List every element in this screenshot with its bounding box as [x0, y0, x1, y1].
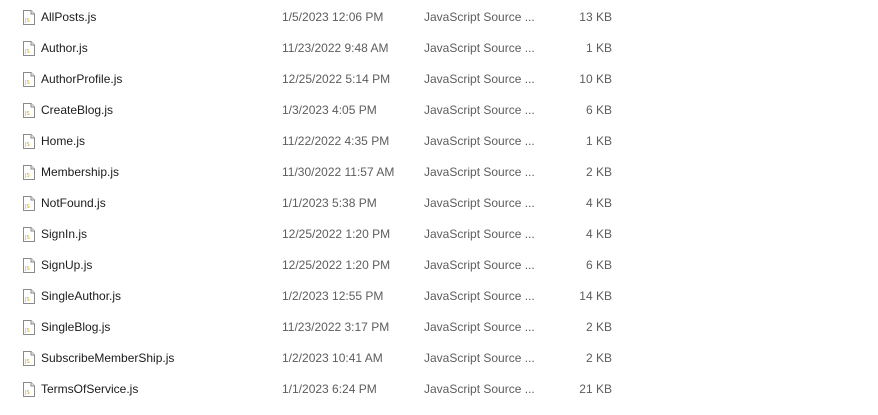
file-type: JavaScript Source ... — [424, 41, 535, 55]
file-date-modified: 1/5/2023 12:06 PM — [282, 10, 384, 24]
js-file-icon: JS — [23, 320, 35, 335]
svg-text:JS: JS — [24, 266, 30, 272]
svg-text:JS: JS — [24, 297, 30, 303]
js-file-icon: JS — [23, 289, 35, 304]
file-type: JavaScript Source ... — [424, 227, 535, 241]
file-size: 4 KB — [585, 227, 612, 241]
file-name: Home.js — [41, 134, 86, 148]
svg-text:JS: JS — [24, 111, 30, 117]
file-name: SignIn.js — [41, 227, 88, 241]
file-name: SignUp.js — [41, 258, 93, 272]
file-date-modified: 11/23/2022 9:48 AM — [282, 41, 389, 55]
svg-text:JS: JS — [24, 173, 30, 179]
file-row[interactable]: JS Author.js 11/23/2022 9:48 AM JavaScri… — [0, 33, 878, 64]
file-date-modified: 1/2/2023 10:41 AM — [282, 351, 383, 365]
file-size: 13 KB — [579, 10, 612, 24]
svg-text:JS: JS — [24, 328, 30, 334]
file-type: JavaScript Source ... — [424, 289, 535, 303]
file-name: TermsOfService.js — [41, 382, 139, 396]
file-type: JavaScript Source ... — [424, 382, 535, 396]
js-file-icon: JS — [23, 258, 35, 273]
svg-text:JS: JS — [24, 359, 30, 365]
file-date-modified: 1/1/2023 6:24 PM — [282, 382, 377, 396]
svg-text:JS: JS — [24, 204, 30, 210]
file-size: 21 KB — [579, 382, 612, 396]
file-row[interactable]: JS NotFound.js 1/1/2023 5:38 PM JavaScri… — [0, 188, 878, 219]
svg-text:JS: JS — [24, 18, 30, 24]
js-file-icon: JS — [23, 10, 35, 25]
file-size: 2 KB — [585, 165, 612, 179]
js-file-icon: JS — [23, 382, 35, 397]
file-name: SubscribeMemberShip.js — [41, 351, 175, 365]
file-date-modified: 11/30/2022 11:57 AM — [282, 165, 395, 179]
file-date-modified: 1/3/2023 4:05 PM — [282, 103, 377, 117]
file-list: JS AllPosts.js 1/5/2023 12:06 PM JavaScr… — [0, 0, 878, 415]
file-size: 14 KB — [579, 289, 612, 303]
file-date-modified: 11/23/2022 3:17 PM — [282, 320, 390, 334]
file-type: JavaScript Source ... — [424, 165, 535, 179]
file-type: JavaScript Source ... — [424, 103, 535, 117]
js-file-icon: JS — [23, 196, 35, 211]
js-file-icon: JS — [23, 351, 35, 366]
file-row[interactable]: JS SignUp.js 12/25/2022 1:20 PM JavaScri… — [0, 250, 878, 281]
file-date-modified: 12/25/2022 5:14 PM — [282, 72, 391, 86]
file-size: 4 KB — [585, 196, 612, 210]
file-size: 2 KB — [585, 320, 612, 334]
file-name: SingleAuthor.js — [41, 289, 122, 303]
svg-text:JS: JS — [24, 235, 30, 241]
file-type: JavaScript Source ... — [424, 10, 535, 24]
js-file-icon: JS — [23, 72, 35, 87]
file-row[interactable]: JS SingleBlog.js 11/23/2022 3:17 PM Java… — [0, 312, 878, 343]
js-file-icon: JS — [23, 227, 35, 242]
svg-text:JS: JS — [24, 49, 30, 55]
file-name: NotFound.js — [41, 196, 106, 210]
svg-text:JS: JS — [24, 142, 30, 148]
svg-text:JS: JS — [24, 80, 30, 86]
js-file-icon: JS — [23, 165, 35, 180]
file-size: 6 KB — [585, 103, 612, 117]
file-type: JavaScript Source ... — [424, 351, 535, 365]
file-type: JavaScript Source ... — [424, 134, 535, 148]
js-file-icon: JS — [23, 41, 35, 56]
file-date-modified: 12/25/2022 1:20 PM — [282, 258, 391, 272]
file-row[interactable]: JS TermsOfService.js 1/1/2023 6:24 PM Ja… — [0, 374, 878, 405]
file-name: Author.js — [41, 41, 88, 55]
file-name: AllPosts.js — [41, 10, 97, 24]
file-size: 10 KB — [579, 72, 612, 86]
svg-text:JS: JS — [24, 390, 30, 396]
file-name: SingleBlog.js — [41, 320, 111, 334]
file-row[interactable]: JS AuthorProfile.js 12/25/2022 5:14 PM J… — [0, 64, 878, 95]
file-row[interactable]: JS Home.js 11/22/2022 4:35 PM JavaScript… — [0, 126, 878, 157]
file-size: 2 KB — [585, 351, 612, 365]
file-type: JavaScript Source ... — [424, 320, 535, 334]
file-date-modified: 12/25/2022 1:20 PM — [282, 227, 391, 241]
file-name: Membership.js — [41, 165, 120, 179]
file-type: JavaScript Source ... — [424, 258, 535, 272]
file-name: AuthorProfile.js — [41, 72, 123, 86]
file-date-modified: 1/2/2023 12:55 PM — [282, 289, 384, 303]
file-date-modified: 1/1/2023 5:38 PM — [282, 196, 377, 210]
file-size: 6 KB — [585, 258, 612, 272]
js-file-icon: JS — [23, 103, 35, 118]
file-date-modified: 11/22/2022 4:35 PM — [282, 134, 390, 148]
file-row[interactable]: JS Membership.js 11/30/2022 11:57 AM Jav… — [0, 157, 878, 188]
file-name: CreateBlog.js — [41, 103, 114, 117]
file-row[interactable]: JS SignIn.js 12/25/2022 1:20 PM JavaScri… — [0, 219, 878, 250]
file-row[interactable]: JS SubscribeMemberShip.js 1/2/2023 10:41… — [0, 343, 878, 374]
file-row[interactable]: JS SingleAuthor.js 1/2/2023 12:55 PM Jav… — [0, 281, 878, 312]
file-type: JavaScript Source ... — [424, 72, 535, 86]
js-file-icon: JS — [23, 134, 35, 149]
file-row[interactable]: JS AllPosts.js 1/5/2023 12:06 PM JavaScr… — [0, 2, 878, 33]
file-size: 1 KB — [585, 134, 612, 148]
file-row[interactable]: JS CreateBlog.js 1/3/2023 4:05 PM JavaSc… — [0, 95, 878, 126]
file-type: JavaScript Source ... — [424, 196, 535, 210]
file-size: 1 KB — [585, 41, 612, 55]
